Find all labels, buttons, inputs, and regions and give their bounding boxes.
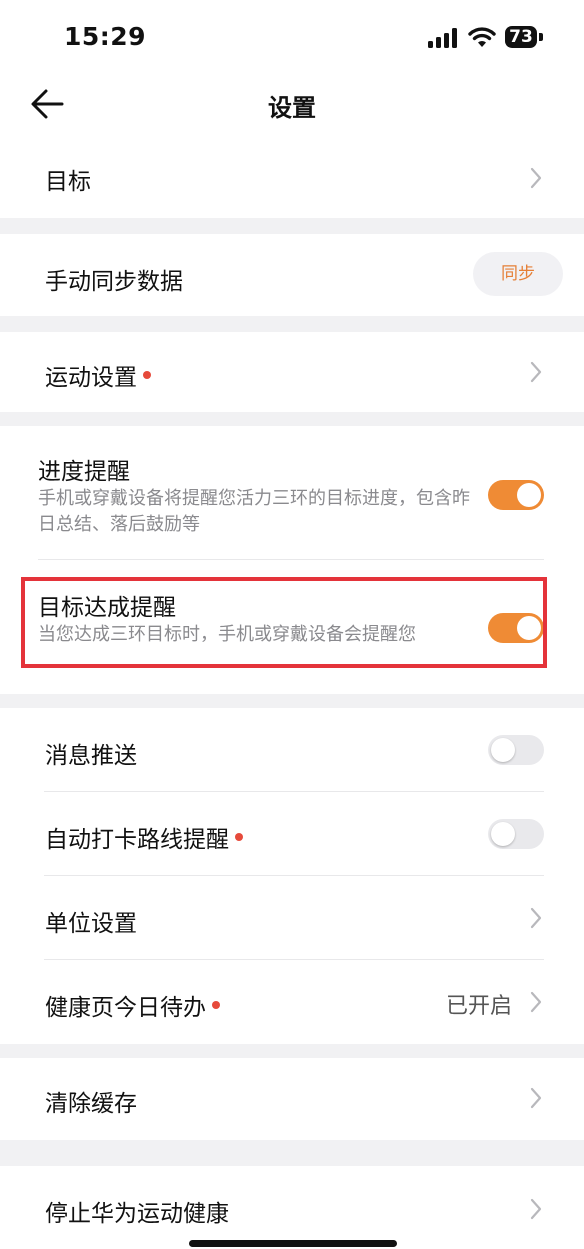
- health-todo-label: 健康页今日待办: [45, 988, 220, 1022]
- chevron-right-icon: [530, 1198, 542, 1220]
- section-gap: [0, 218, 584, 234]
- new-badge-dot: [143, 370, 151, 379]
- nav-bar: 设置: [0, 76, 584, 136]
- new-badge-dot: [235, 832, 243, 841]
- chevron-right-icon: [530, 361, 542, 383]
- progress-reminder-toggle[interactable]: [488, 480, 544, 510]
- highlight-box: [21, 577, 547, 668]
- section-gap: [0, 1140, 584, 1166]
- chevron-right-icon: [530, 991, 542, 1013]
- health-todo-row[interactable]: 健康页今日待办 已开启: [0, 960, 584, 1044]
- chevron-right-icon: [530, 907, 542, 929]
- stop-service-row[interactable]: 停止华为运动健康: [0, 1166, 584, 1249]
- goal-row[interactable]: 目标: [0, 140, 584, 218]
- section-gap: [0, 1044, 584, 1058]
- wifi-icon: [468, 27, 496, 47]
- progress-reminder-title: 进度提醒: [38, 459, 130, 485]
- clear-cache-label: 清除缓存: [45, 1091, 137, 1117]
- exercise-settings-row[interactable]: 运动设置: [0, 332, 584, 412]
- push-notifications-toggle[interactable]: [488, 735, 544, 765]
- cellular-signal-icon: [428, 28, 457, 48]
- stop-service-label: 停止华为运动健康: [45, 1201, 229, 1227]
- battery-level: 73: [505, 26, 537, 48]
- new-badge-dot: [212, 1000, 220, 1009]
- exercise-settings-label: 运动设置: [45, 358, 151, 392]
- clear-cache-row[interactable]: 清除缓存: [0, 1058, 584, 1140]
- battery-icon: 73: [505, 26, 545, 48]
- manual-sync-label: 手动同步数据: [45, 269, 183, 295]
- health-todo-value: 已开启: [446, 994, 513, 1019]
- chevron-right-icon: [530, 1087, 542, 1109]
- section-gap: [0, 316, 584, 332]
- auto-checkin-route-label: 自动打卡路线提醒: [45, 820, 243, 854]
- progress-reminder-row: 进度提醒 手机或穿戴设备将提醒您活力三环的目标进度，包含昨日总结、落后鼓励等: [0, 426, 584, 560]
- auto-checkin-route-toggle[interactable]: [488, 819, 544, 849]
- progress-reminder-desc: 手机或穿戴设备将提醒您活力三环的目标进度，包含昨日总结、落后鼓励等: [38, 488, 470, 535]
- auto-checkin-route-row: 自动打卡路线提醒: [0, 792, 584, 876]
- status-bar: 15:29 73: [0, 0, 584, 76]
- sync-button[interactable]: 同步: [473, 252, 563, 296]
- chevron-right-icon: [530, 167, 542, 189]
- push-notifications-label: 消息推送: [45, 743, 137, 769]
- unit-settings-label: 单位设置: [45, 911, 137, 937]
- status-time: 15:29: [64, 22, 147, 51]
- home-indicator: [189, 1240, 397, 1247]
- goal-label: 目标: [45, 169, 91, 195]
- section-gap: [0, 694, 584, 708]
- section-gap: [0, 412, 584, 426]
- push-notifications-row: 消息推送: [0, 708, 584, 792]
- page-title: 设置: [268, 94, 316, 122]
- unit-settings-row[interactable]: 单位设置: [0, 876, 584, 960]
